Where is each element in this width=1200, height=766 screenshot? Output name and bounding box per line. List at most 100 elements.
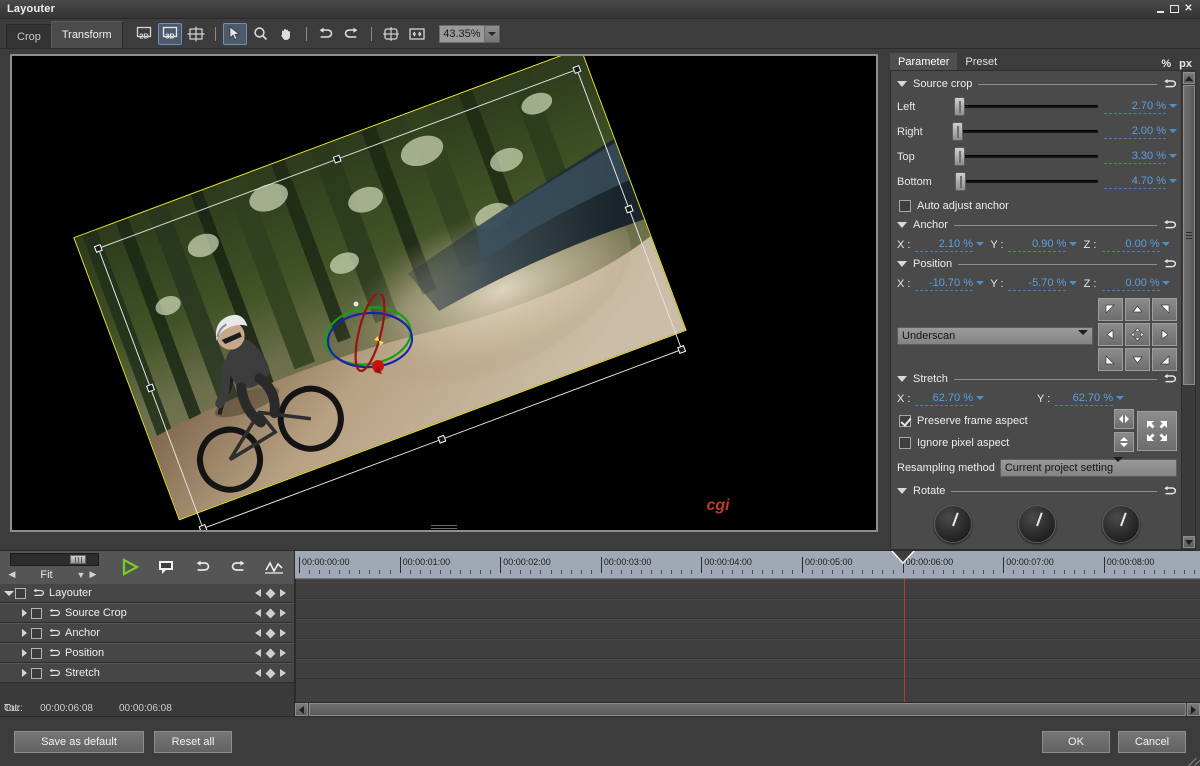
next-keyframe-icon[interactable] <box>280 669 286 677</box>
align-right-button[interactable] <box>1152 323 1177 346</box>
zoom-tool-icon[interactable] <box>249 23 273 45</box>
hscrollbar-thumb[interactable] <box>309 703 1186 716</box>
anchor-x-value[interactable]: 2.10 % <box>915 238 973 252</box>
reset-icon[interactable] <box>1163 258 1177 270</box>
expand-icon[interactable] <box>18 669 31 677</box>
keyframe-reset-icon[interactable] <box>47 648 62 659</box>
stretch-x[interactable]: X : 62.70 % <box>897 392 1037 406</box>
position-y-value[interactable]: -5.70 % <box>1008 277 1066 291</box>
expand-icon[interactable] <box>18 649 31 657</box>
scroll-left-button[interactable] <box>295 703 308 716</box>
spinner-icon[interactable] <box>1162 281 1171 287</box>
group-source-crop-header[interactable]: Source crop <box>897 78 1177 90</box>
tab-preset[interactable]: Preset <box>957 53 1005 70</box>
zoom-input[interactable]: 43.35% <box>439 25 485 43</box>
zoom-in-arrow-icon[interactable]: ▶ <box>87 569 99 580</box>
slider-value-right[interactable]: 2.00 % <box>1104 125 1166 139</box>
view-3d-icon[interactable]: 3D <box>158 23 182 45</box>
position-z-value[interactable]: 0.00 % <box>1102 277 1160 291</box>
ok-button[interactable]: OK <box>1042 731 1110 753</box>
preserve-frame-aspect-row[interactable]: Preserve frame aspect <box>899 411 1114 431</box>
group-stretch-header[interactable]: Stretch <box>897 373 1177 385</box>
rotate-x-knob[interactable] <box>934 505 972 543</box>
collapse-triangle-icon[interactable] <box>897 376 907 382</box>
slider-track[interactable] <box>949 123 1104 141</box>
table-row[interactable]: Stretch <box>0 663 294 683</box>
unit-percent[interactable]: % <box>1161 58 1171 70</box>
table-row[interactable]: Layouter <box>0 583 294 603</box>
table-row[interactable]: Position <box>0 643 294 663</box>
align-top-right-button[interactable] <box>1152 298 1177 321</box>
parameter-scrollbar[interactable] <box>1181 71 1195 549</box>
ignore-pixel-aspect-row[interactable]: Ignore pixel aspect <box>899 433 1114 453</box>
anchor-y-value[interactable]: 0.90 % <box>1008 238 1066 252</box>
track-checkbox[interactable] <box>31 608 42 619</box>
keyframe-reset-icon[interactable] <box>47 668 62 679</box>
view-2d-icon[interactable]: 2D <box>132 23 156 45</box>
spinner-icon[interactable] <box>1168 154 1177 160</box>
collapse-triangle-icon[interactable] <box>897 222 907 228</box>
zoom-out-arrow-icon[interactable]: ◀ <box>6 569 18 580</box>
ignore-pixel-aspect-checkbox[interactable] <box>899 437 911 449</box>
group-anchor-header[interactable]: Anchor <box>897 219 1177 231</box>
anchor-z-value[interactable]: 0.00 % <box>1102 238 1160 252</box>
save-as-default-button[interactable]: Save as default <box>14 731 144 753</box>
slider-track[interactable] <box>949 98 1104 116</box>
spinner-icon[interactable] <box>975 242 984 248</box>
expand-icon[interactable] <box>2 591 15 596</box>
track-checkbox[interactable] <box>31 648 42 659</box>
keyframe-nav[interactable] <box>255 669 294 677</box>
slider-track[interactable] <box>949 148 1104 166</box>
table-row[interactable]: Anchor <box>0 623 294 643</box>
keyframe-nav[interactable] <box>255 649 294 657</box>
undo-icon[interactable] <box>314 23 338 45</box>
track-checkbox[interactable] <box>31 668 42 679</box>
add-keyframe-icon[interactable] <box>266 648 276 658</box>
redo-icon[interactable] <box>340 23 364 45</box>
group-rotate-header[interactable]: Rotate <box>897 485 1177 497</box>
collapse-triangle-icon[interactable] <box>897 488 907 494</box>
spinner-icon[interactable] <box>975 281 984 287</box>
spinner-icon[interactable] <box>1162 242 1171 248</box>
next-keyframe-icon[interactable] <box>280 589 286 597</box>
spinner-icon[interactable] <box>1068 281 1077 287</box>
timeline-zoom-slider[interactable] <box>10 553 99 566</box>
spinner-icon[interactable] <box>1168 179 1177 185</box>
reset-icon[interactable] <box>1163 219 1177 231</box>
add-keyframe-icon[interactable] <box>266 668 276 678</box>
add-keyframe-icon[interactable] <box>266 588 276 598</box>
slider-left[interactable]: Left 2.70 % <box>897 94 1177 119</box>
handle-bottom-center[interactable] <box>437 435 446 444</box>
tab-parameter[interactable]: Parameter <box>890 53 957 70</box>
group-position-header[interactable]: Position <box>897 258 1177 270</box>
select-tool-icon[interactable] <box>223 23 247 45</box>
fit-to-frame-button[interactable] <box>1137 411 1177 451</box>
align-center-button[interactable] <box>1125 323 1150 346</box>
handle-bottom-left[interactable] <box>199 524 208 532</box>
zoom-dropdown-icon[interactable] <box>485 25 500 43</box>
close-button[interactable]: ✕ <box>1182 3 1195 15</box>
position-x[interactable]: X : -10.70 % <box>897 277 990 291</box>
position-y[interactable]: Y : -5.70 % <box>990 277 1083 291</box>
slider-value-top[interactable]: 3.30 % <box>1104 150 1166 164</box>
add-keyframe-icon[interactable] <box>266 608 276 618</box>
expand-icon[interactable] <box>18 609 31 617</box>
play-icon[interactable] <box>119 556 141 578</box>
keyframe-nav[interactable] <box>255 589 294 597</box>
position-x-value[interactable]: -10.70 % <box>915 277 973 291</box>
slider-track[interactable] <box>949 173 1104 191</box>
anchor-x[interactable]: X : 2.10 % <box>897 238 990 252</box>
preview-frame[interactable]: cgi <box>10 54 878 532</box>
preserve-frame-aspect-checkbox[interactable] <box>899 415 911 427</box>
slider-value-bottom[interactable]: 4.70 % <box>1104 175 1166 189</box>
fit-frame-icon[interactable] <box>379 23 403 45</box>
keyframe-nav[interactable] <box>255 629 294 637</box>
fit-dropdown-icon[interactable]: ▼ <box>75 570 87 580</box>
unit-pixel[interactable]: px <box>1179 58 1192 70</box>
keyframe-nav[interactable] <box>255 609 294 617</box>
prev-keyframe-icon[interactable] <box>255 649 261 657</box>
redo-keyframe-icon[interactable] <box>227 556 249 578</box>
grid-icon[interactable] <box>184 23 208 45</box>
stretch-y[interactable]: Y : 62.70 % <box>1037 392 1177 406</box>
timeline-ruler[interactable]: 00:00:00:0000:00:01:0000:00:02:0000:00:0… <box>295 551 1200 579</box>
